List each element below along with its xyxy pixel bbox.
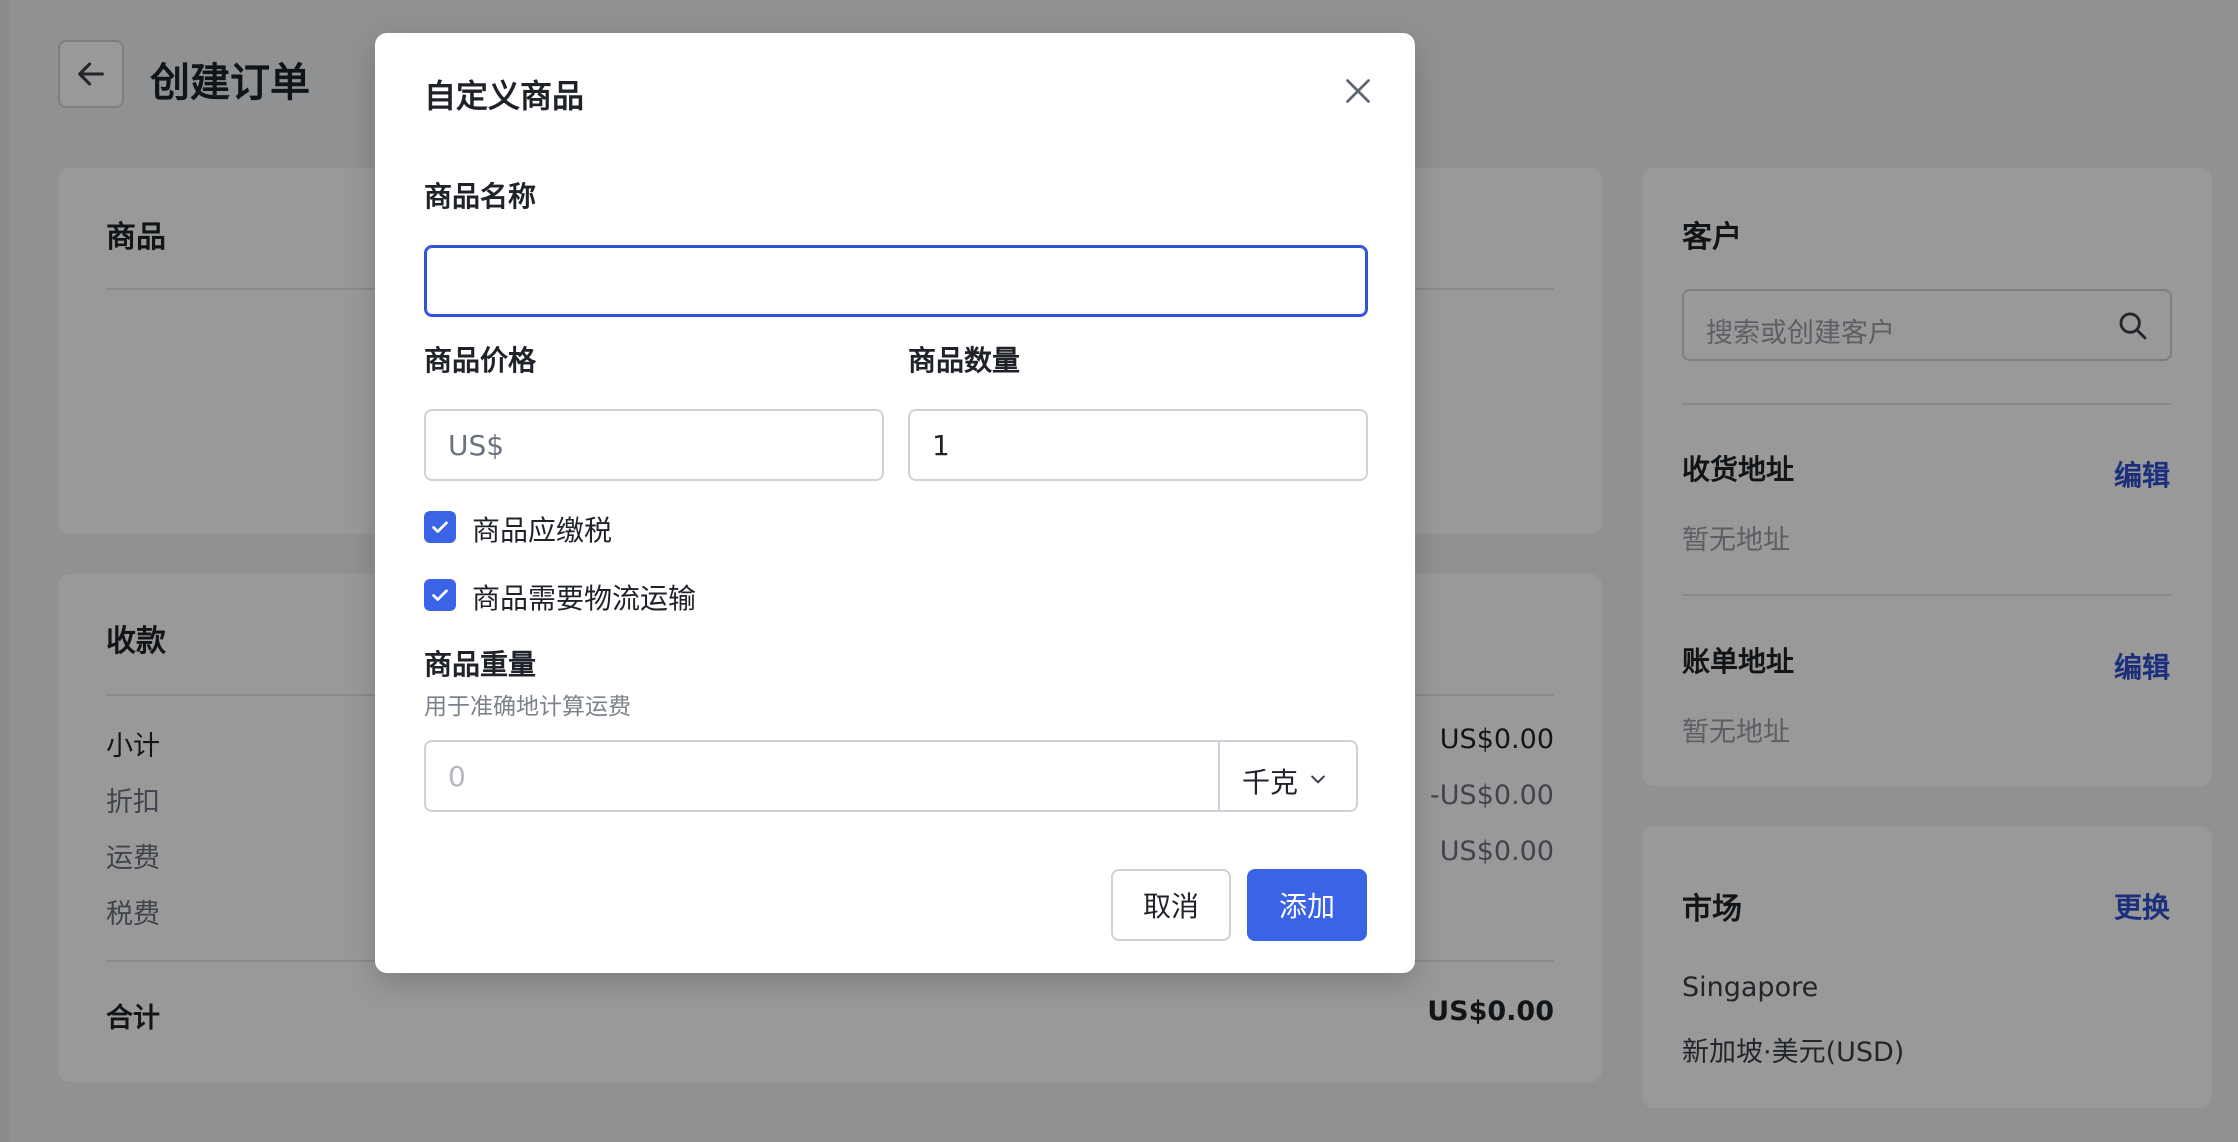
product-weight-input[interactable]: [424, 740, 1220, 812]
product-name-input[interactable]: [424, 245, 1368, 317]
cancel-button[interactable]: 取消: [1111, 869, 1231, 941]
product-quantity-label: 商品数量: [908, 344, 1021, 377]
product-name-label: 商品名称: [424, 180, 537, 213]
taxable-checkbox-label[interactable]: 商品应缴税: [472, 509, 612, 549]
product-weight-label: 商品重量: [424, 648, 537, 681]
requires-shipping-checkbox[interactable]: [424, 579, 456, 611]
product-price-label: 商品价格: [424, 344, 537, 377]
weight-unit-select[interactable]: 千克: [1218, 740, 1358, 812]
requires-shipping-checkbox-label[interactable]: 商品需要物流运输: [472, 577, 696, 617]
checkmark-icon: [432, 521, 448, 533]
chevron-down-icon: [1311, 775, 1325, 784]
custom-product-modal: 自定义商品 商品名称 商品价格 商品数量 商品应缴税 商品需要物流运输 商品重量…: [375, 33, 1415, 973]
checkmark-icon: [432, 589, 448, 601]
close-button[interactable]: [1340, 73, 1376, 109]
modal-title: 自定义商品: [424, 77, 585, 115]
product-price-input[interactable]: [424, 409, 884, 481]
taxable-checkbox[interactable]: [424, 511, 456, 543]
add-button[interactable]: 添加: [1247, 869, 1367, 941]
weight-unit-value: 千克: [1242, 766, 1299, 799]
close-icon: [1346, 79, 1370, 103]
product-weight-hint: 用于准确地计算运费: [424, 694, 631, 720]
product-quantity-input[interactable]: [908, 409, 1368, 481]
